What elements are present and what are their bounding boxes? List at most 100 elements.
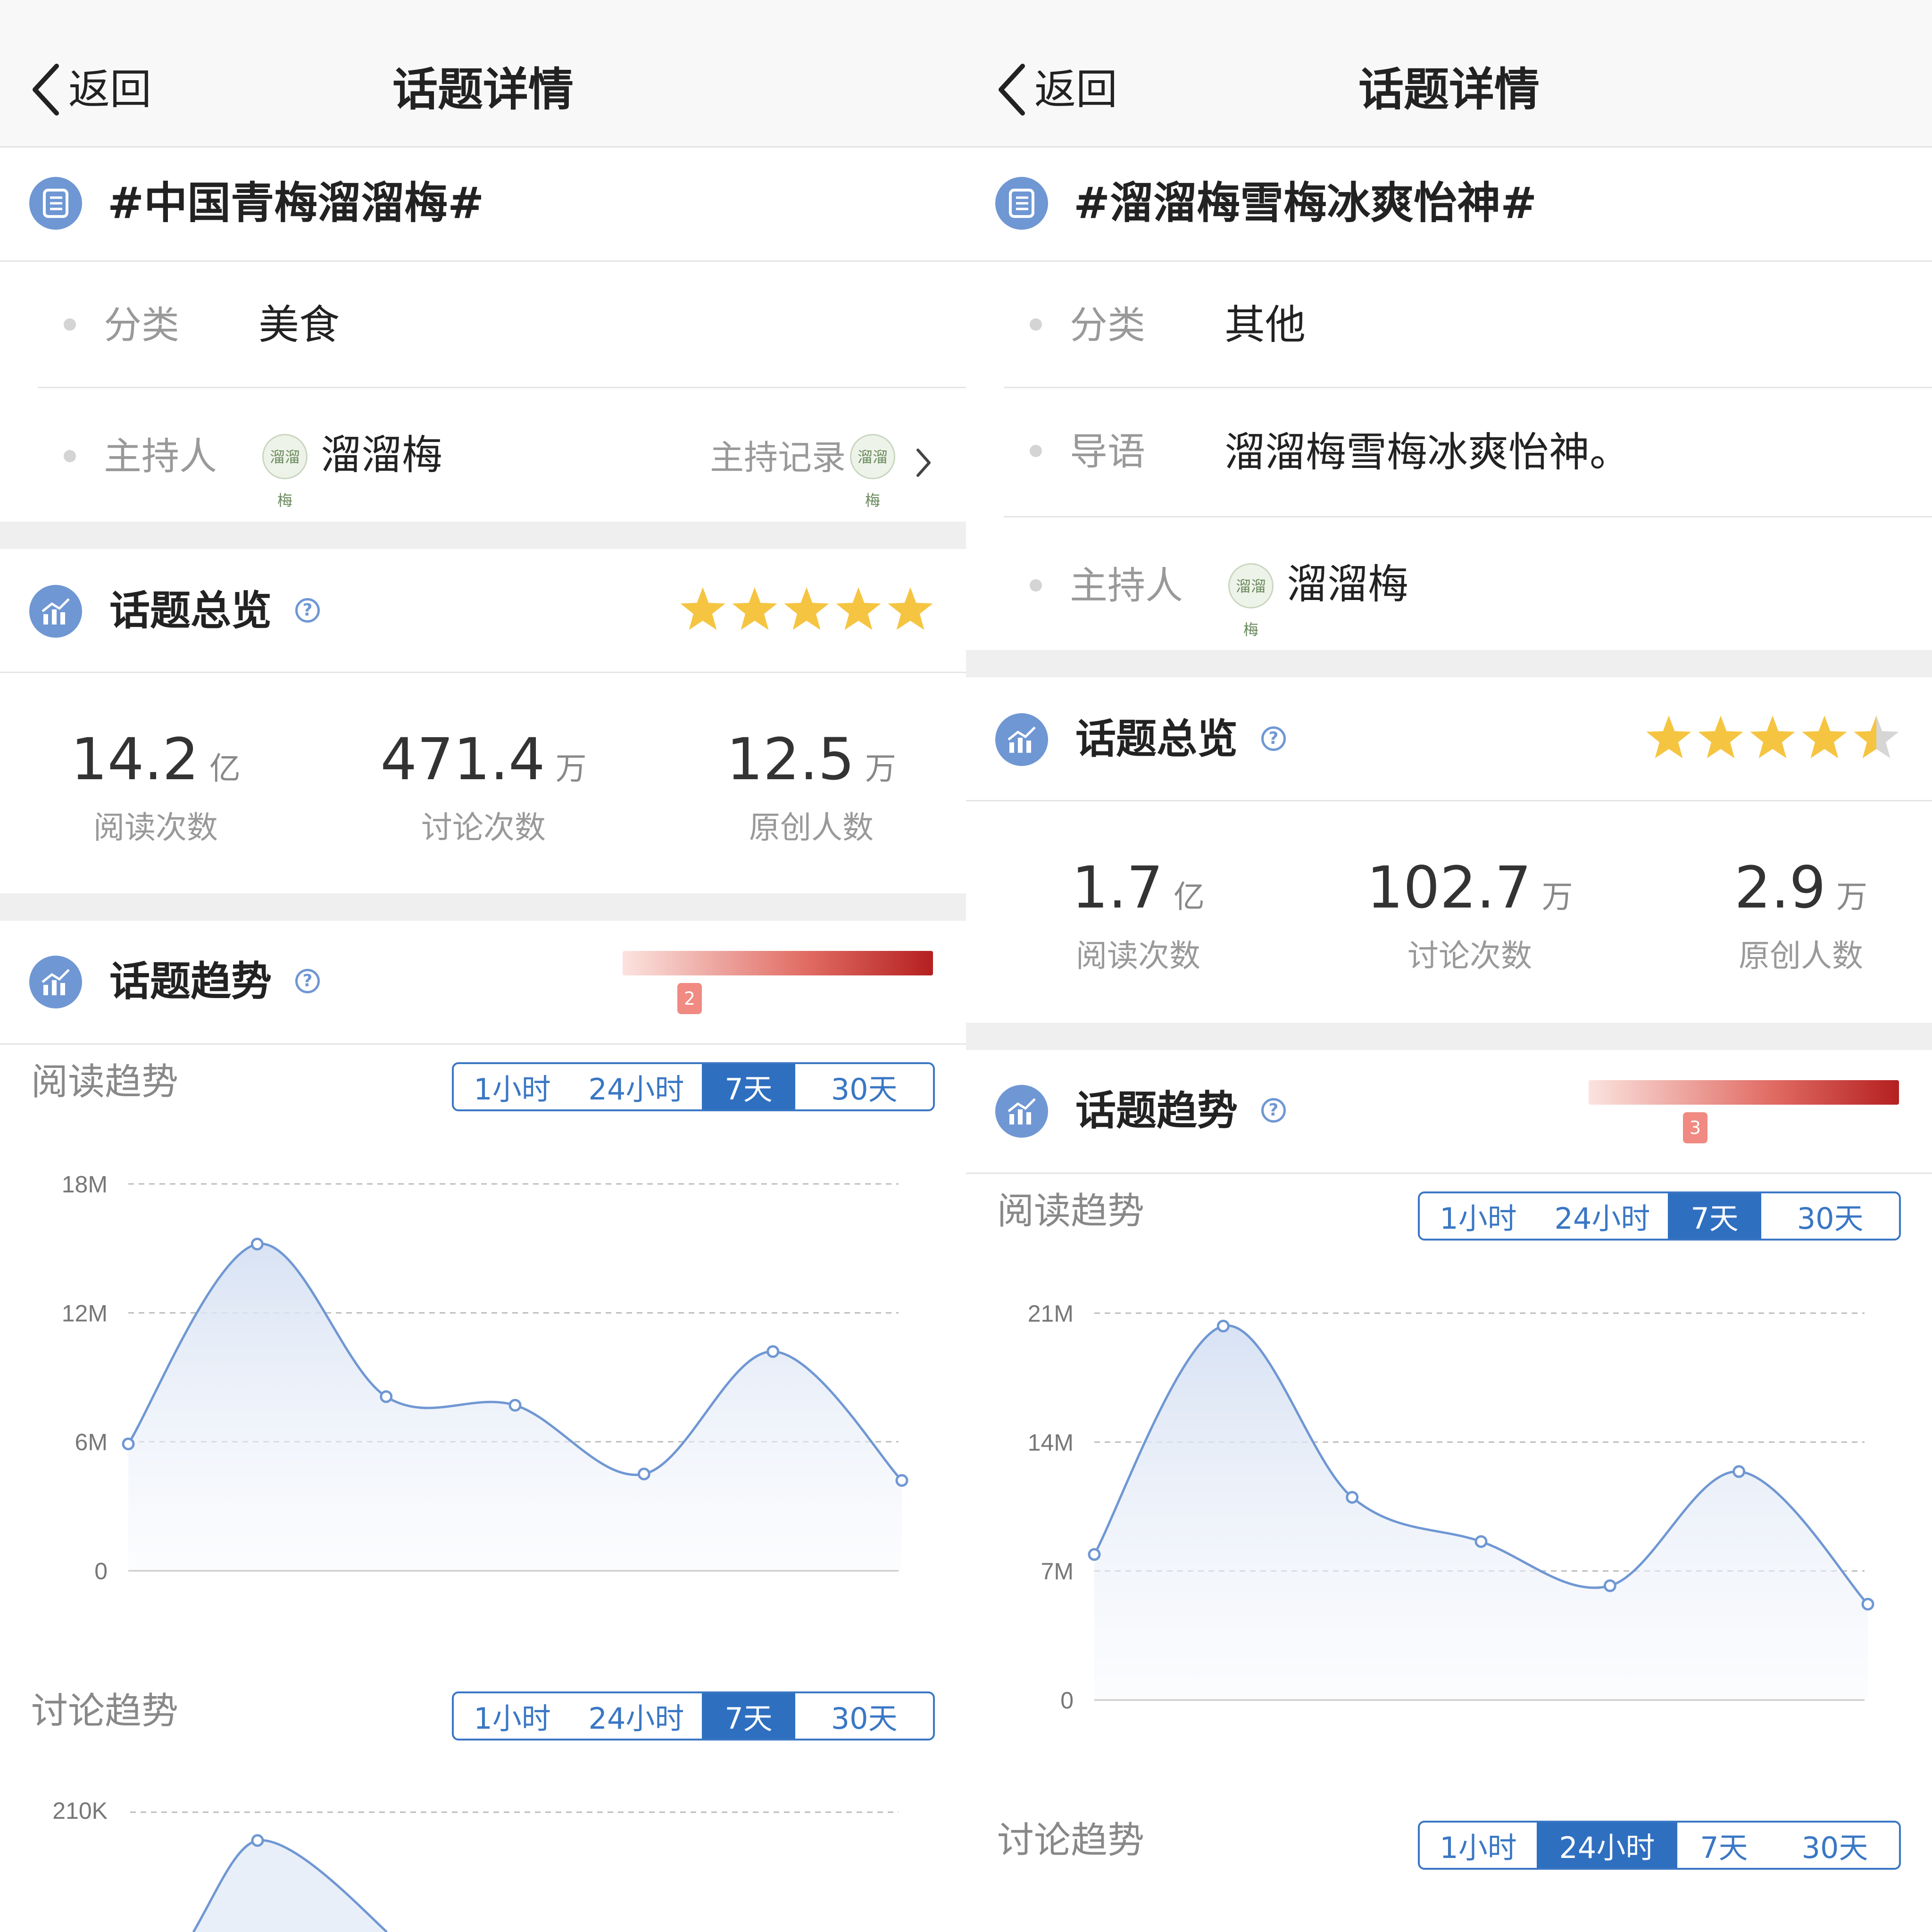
section-gap (966, 1023, 1932, 1050)
heat-level-marker: 2 (677, 983, 702, 1014)
topic-title: #溜溜梅雪梅冰爽怡神# (1074, 178, 1537, 228)
range-7d-button[interactable]: 7天 (1677, 1823, 1771, 1868)
section-gap (0, 893, 966, 921)
y-tick-label: 0 (1060, 1687, 1074, 1714)
range-30d-button[interactable]: 30天 (1761, 1193, 1899, 1239)
x-tick-label: 09-07 (1064, 1719, 1124, 1724)
y-tick-label: 18M (62, 1171, 108, 1198)
range-selector: 1小时 24小时 7天 30天 (1418, 1191, 1901, 1241)
range-1h-button[interactable]: 1小时 (1420, 1823, 1537, 1868)
overview-title: 话题总览 (109, 587, 272, 634)
stat-unit: 亿 (209, 750, 241, 787)
record-avatar[interactable]: 溜溜梅 (850, 434, 895, 509)
data-point (250, 1238, 264, 1251)
help-icon[interactable]: ? (1261, 1098, 1286, 1123)
range-24h-button[interactable]: 24小时 (571, 1064, 702, 1109)
range-7d-button[interactable]: 7天 (1667, 1193, 1762, 1239)
chevron-right-icon[interactable] (914, 446, 933, 481)
stat-label: 原创人数 (749, 809, 874, 846)
x-tick-label: 09-11 (615, 1590, 673, 1594)
divider (38, 387, 966, 388)
page-title: 话题详情 (392, 63, 574, 116)
range-1h-button[interactable]: 1小时 (1420, 1193, 1537, 1239)
star-icon (1802, 716, 1847, 758)
range-30d-button[interactable]: 30天 (795, 1064, 933, 1109)
bullet (64, 318, 76, 331)
data-point (122, 1437, 135, 1450)
range-24h-button[interactable]: 24小时 (571, 1693, 702, 1739)
chart-icon (29, 956, 82, 1008)
data-point (1732, 1465, 1746, 1478)
y-tick-label: 14M (1028, 1429, 1074, 1456)
divider (966, 1173, 1932, 1174)
range-24h-button[interactable]: 24小时 (1537, 1193, 1668, 1239)
stat-label: 讨论次数 (421, 809, 546, 846)
x-tick-label: 09-09 (356, 1590, 416, 1594)
bullet (1030, 445, 1042, 457)
host-avatar[interactable]: 溜溜梅 (262, 434, 308, 509)
star-icon (680, 587, 725, 630)
data-point (1603, 1579, 1616, 1592)
star-icon (732, 587, 777, 630)
data-point (251, 1834, 264, 1847)
stat-read: 14.2 亿 阅读次数 (14, 726, 297, 849)
star-icon (1854, 716, 1899, 758)
discuss-trend-chart-partial: 210K (52, 1798, 899, 1932)
stat-unit: 万 (1836, 879, 1868, 915)
bullet (1030, 318, 1042, 331)
x-tick-label: 09-11 (1581, 1719, 1639, 1724)
overview-title: 话题总览 (1075, 716, 1238, 763)
trend-title: 话题趋势 (1075, 1087, 1238, 1134)
stat-unit: 亿 (1174, 879, 1205, 915)
rating-stars (679, 585, 934, 639)
data-point (380, 1390, 393, 1403)
trend-title: 话题趋势 (109, 958, 272, 1005)
data-point (637, 1467, 650, 1481)
read-trend-chart: 0 6M 12M 18M 09-07 09-09 09-11 09-13 (62, 1171, 932, 1594)
divider (1004, 516, 1932, 517)
help-icon[interactable]: ? (295, 598, 320, 623)
star-icon (1698, 716, 1743, 758)
range-30d-button[interactable]: 30天 (795, 1693, 933, 1739)
y-tick-label: 7M (1041, 1558, 1074, 1585)
stat-label: 阅读次数 (93, 809, 218, 846)
stat-value: 14.2 (71, 726, 199, 793)
stat-original: 12.5 万 原创人数 (670, 726, 953, 849)
data-point (895, 1474, 908, 1487)
stat-label: 原创人数 (1739, 938, 1863, 974)
host-label: 主持人 (1070, 564, 1183, 608)
host-label: 主持人 (104, 434, 217, 478)
divider (966, 800, 1932, 801)
host-name[interactable]: 溜溜梅 (1287, 558, 1408, 610)
range-7d-button[interactable]: 7天 (701, 1693, 796, 1739)
host-name[interactable]: 溜溜梅 (321, 429, 442, 481)
left-panel: 返回 话题详情 #中国青梅溜溜梅# 分类 美食 主持人 溜溜梅 溜溜梅 主持记录… (0, 0, 966, 1932)
topic-list-icon (29, 177, 82, 230)
help-icon[interactable]: ? (1261, 726, 1286, 751)
read-trend-title: 阅读趋势 (31, 1061, 179, 1103)
host-record-link[interactable]: 主持记录 (710, 434, 846, 481)
x-tick-label: 09-09 (1322, 1719, 1382, 1724)
stat-unit: 万 (865, 750, 896, 787)
star-icon (888, 587, 933, 630)
bullet (1030, 579, 1042, 591)
stat-unit: 万 (1541, 879, 1573, 915)
range-1h-button[interactable]: 1小时 (454, 1064, 571, 1109)
range-30d-button[interactable]: 30天 (1771, 1823, 1899, 1868)
intro-label: 导语 (1070, 430, 1145, 474)
help-icon[interactable]: ? (295, 969, 320, 993)
data-point (1088, 1548, 1101, 1561)
heat-level-marker: 3 (1683, 1112, 1707, 1143)
heat-scale-bar (623, 951, 933, 975)
range-7d-button[interactable]: 7天 (701, 1064, 796, 1109)
area-fill (1094, 1325, 1868, 1700)
range-24h-button[interactable]: 24小时 (1537, 1823, 1677, 1868)
right-panel: 返回 话题详情 #溜溜梅雪梅冰爽怡神# 分类 其他 导语 溜溜梅雪梅冰爽怡神。 … (966, 0, 1932, 1932)
star-icon (836, 587, 881, 630)
area-fill (193, 1840, 387, 1932)
range-1h-button[interactable]: 1小时 (454, 1693, 571, 1739)
stat-discuss: 471.4 万 讨论次数 (342, 726, 625, 849)
range-selector: 1小时 24小时 7天 30天 (1418, 1821, 1901, 1870)
host-avatar[interactable]: 溜溜梅 (1228, 563, 1274, 639)
stat-value: 102.7 (1366, 854, 1532, 921)
